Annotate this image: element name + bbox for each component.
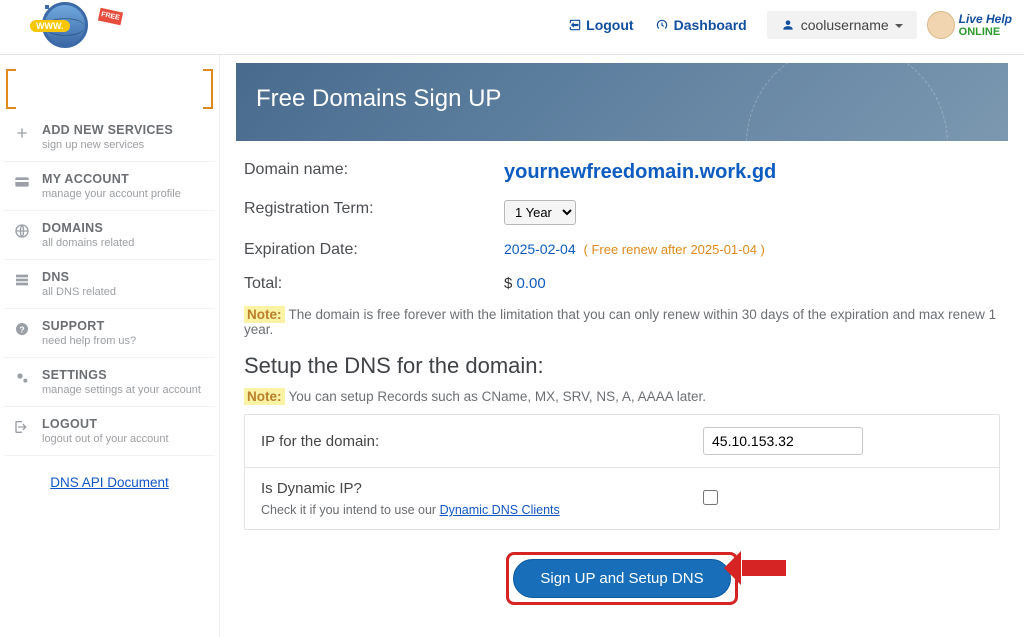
username-label: coolusername xyxy=(801,17,889,33)
sidebar-item-add-services[interactable]: ADD NEW SERVICESsign up new services xyxy=(4,113,215,162)
total-value: 0.00 xyxy=(517,275,546,292)
header: WWW. FREE Logout Dashboard coolusername … xyxy=(0,0,1024,50)
site-logo[interactable]: WWW. FREE xyxy=(12,2,122,48)
sidebar-api-link[interactable]: DNS API Document xyxy=(4,456,215,508)
dynamic-dns-link[interactable]: Dynamic DNS Clients xyxy=(440,503,560,517)
sidebar-decoration xyxy=(6,67,213,107)
caret-down-icon xyxy=(895,24,903,32)
sidebar-item-domains[interactable]: DOMAINSall domains related xyxy=(4,211,215,260)
help-icon: ? xyxy=(14,321,34,340)
dns-heading: Setup the DNS for the domain: xyxy=(244,353,1000,379)
live-help[interactable]: Live Help ONLINE xyxy=(927,11,1012,39)
plus-icon xyxy=(14,125,34,144)
user-menu[interactable]: coolusername xyxy=(767,11,917,39)
dynamic-ip-label: Is Dynamic IP? xyxy=(261,480,703,497)
dynamic-ip-checkbox[interactable] xyxy=(703,490,718,505)
sidebar-item-account[interactable]: MY ACCOUNTmanage your account profile xyxy=(4,162,215,211)
term-label: Registration Term: xyxy=(244,200,504,218)
avatar-icon xyxy=(927,11,955,39)
list-icon xyxy=(14,272,34,291)
note-dns-records: Note:You can setup Records such as CName… xyxy=(244,389,1000,404)
ip-input[interactable] xyxy=(703,427,863,455)
sidebar-item-logout[interactable]: LOGOUTlogout out of your account xyxy=(4,407,215,456)
main-content: Free Domains Sign UP Domain name: yourne… xyxy=(220,55,1024,637)
sidebar-item-settings[interactable]: SETTINGSmanage settings at your account xyxy=(4,358,215,407)
exit-icon xyxy=(14,419,34,438)
renew-note: ( Free renew after 2025-01-04 ) xyxy=(584,242,765,257)
signup-setup-dns-button[interactable]: Sign UP and Setup DNS xyxy=(513,559,730,598)
page-title: Free Domains Sign UP xyxy=(256,85,988,113)
logout-link[interactable]: Logout xyxy=(568,17,633,33)
ip-label: IP for the domain: xyxy=(261,433,703,450)
attention-arrow-icon xyxy=(742,560,786,576)
page-banner: Free Domains Sign UP xyxy=(236,63,1008,141)
cogs-icon xyxy=(14,370,34,389)
dynamic-ip-hint: Check it if you intend to use our Dynami… xyxy=(261,503,703,517)
expiration-label: Expiration Date: xyxy=(244,241,504,259)
sidebar-item-dns[interactable]: DNSall DNS related xyxy=(4,260,215,309)
sidebar-item-support[interactable]: ? SUPPORTneed help from us? xyxy=(4,309,215,358)
globe-icon xyxy=(14,223,34,242)
user-icon xyxy=(781,18,795,32)
sidebar: ADD NEW SERVICESsign up new services MY … xyxy=(0,55,220,637)
dashboard-icon xyxy=(654,18,670,32)
total-label: Total: xyxy=(244,275,504,293)
expiration-value: 2025-02-04 xyxy=(504,241,576,257)
dns-table: IP for the domain: Is Dynamic IP? Check … xyxy=(244,414,1000,530)
note-domain-free: Note:The domain is free forever with the… xyxy=(244,307,1000,337)
logout-icon xyxy=(568,18,582,32)
dashboard-link[interactable]: Dashboard xyxy=(654,17,747,33)
svg-text:?: ? xyxy=(19,324,24,334)
domain-value: yournewfreedomain.work.gd xyxy=(504,161,776,183)
card-icon xyxy=(14,174,34,193)
domain-label: Domain name: xyxy=(244,161,504,179)
term-select[interactable]: 1 Year xyxy=(504,200,576,225)
submit-highlight: Sign UP and Setup DNS xyxy=(506,552,737,605)
